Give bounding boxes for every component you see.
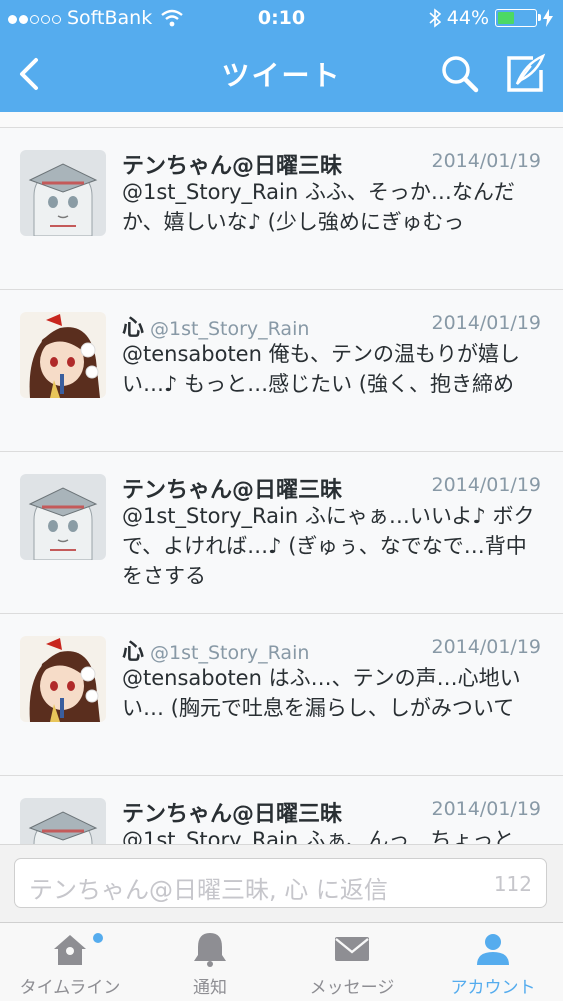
- tweet-text: @tensaboten 俺も、テンの温もりが嬉しい…♪ もっと…感じたい (強く…: [122, 342, 520, 396]
- tweet-row[interactable]: 心 @1st_Story_Rain 2014/01/19 @tensaboten はふ…: [0, 614, 563, 776]
- character-count: 112: [493, 872, 532, 896]
- envelope-icon: [335, 937, 369, 961]
- tweet-author: 心 @1st_Story_Rain: [122, 634, 309, 666]
- tweet-row[interactable]: テンちゃん@日曜三昧 2014/01/19 @1st_Story_Rain ふぁ、ん…: [0, 776, 563, 844]
- tweet-date: 2014/01/19: [431, 474, 541, 496]
- battery-icon: [495, 9, 541, 27]
- bell-icon: [194, 933, 226, 967]
- compose-icon[interactable]: [503, 52, 547, 96]
- avatar[interactable]: [20, 798, 106, 844]
- divider: [0, 112, 563, 128]
- avatar[interactable]: [20, 312, 106, 398]
- author-handle: @1st_Story_Rain: [150, 642, 310, 664]
- author-name: 心: [122, 640, 145, 665]
- tweet-date: 2014/01/19: [431, 312, 541, 334]
- avatar[interactable]: [20, 474, 106, 560]
- bluetooth-icon: [429, 8, 441, 28]
- tweet-date: 2014/01/19: [431, 798, 541, 820]
- reply-placeholder: テンちゃん@日曜三昧, 心 に返信: [29, 876, 388, 904]
- tweet-text: @1st_Story_Rain ふぁ、んっ…ちょっと…くすぐったいな/// (な…: [122, 828, 536, 844]
- author-name: 心: [122, 316, 145, 341]
- tweet-row[interactable]: テンちゃん@日曜三昧 2014/01/19 @1st_Story_Rain ふにゃぁ…: [0, 452, 563, 614]
- tweet-date: 2014/01/19: [431, 636, 541, 658]
- tab-label: メッセージ: [309, 978, 395, 998]
- tweet-text: @1st_Story_Rain ふにゃぁ…いいよ♪ ボクで、よければ…♪ (ぎゅ…: [122, 504, 535, 588]
- tab-label: 通知: [193, 978, 227, 998]
- tweet-author: テンちゃん@日曜三昧: [122, 148, 342, 180]
- navigation-bar: ツイート: [0, 36, 563, 112]
- author-name: テンちゃん@日曜三昧: [122, 154, 343, 179]
- author-handle: @1st_Story_Rain: [150, 318, 310, 340]
- reply-bar: テンちゃん@日曜三昧, 心 に返信 112: [0, 844, 563, 923]
- avatar[interactable]: [20, 150, 106, 236]
- tweet-row[interactable]: 心 @1st_Story_Rain 2014/01/19 @tensaboten 俺も…: [0, 290, 563, 452]
- author-name: テンちゃん@日曜三昧: [122, 478, 343, 503]
- charging-icon: [543, 9, 553, 27]
- author-name: テンちゃん@日曜三昧: [122, 802, 343, 827]
- new-indicator-dot: [93, 933, 103, 943]
- tweet-text: @tensaboten はふ…、テンの声…心地いい… (胸元で吐息を漏らし、しが…: [122, 666, 521, 720]
- tab-label: アカウント: [450, 978, 536, 998]
- tweet-author: 心 @1st_Story_Rain: [122, 310, 309, 342]
- tab-label: タイムライン: [19, 978, 121, 998]
- reply-input[interactable]: テンちゃん@日曜三昧, 心 に返信 112: [14, 858, 547, 908]
- tweet-text: @1st_Story_Rain ふふ、そっか…なんだか、嬉しいな♪ (少し強めに…: [122, 180, 515, 234]
- tweet-date: 2014/01/19: [431, 150, 541, 172]
- search-icon[interactable]: [440, 54, 480, 94]
- tweet-list[interactable]: テンちゃん@日曜三昧 2014/01/19 @1st_Story_Rain ふふ、そ…: [0, 112, 563, 844]
- tab-timeline[interactable]: タイムライン: [0, 923, 140, 1001]
- home-icon: [54, 935, 86, 965]
- tweet-author: テンちゃん@日曜三昧: [122, 796, 342, 828]
- tweet-author: テンちゃん@日曜三昧: [122, 472, 342, 504]
- tab-account[interactable]: アカウント: [423, 923, 563, 1001]
- person-icon: [477, 934, 509, 965]
- tab-notifications[interactable]: 通知: [140, 923, 280, 1001]
- avatar[interactable]: [20, 636, 106, 722]
- tweet-row[interactable]: テンちゃん@日曜三昧 2014/01/19 @1st_Story_Rain ふふ、そ…: [0, 128, 563, 290]
- tab-messages[interactable]: メッセージ: [282, 923, 422, 1001]
- tab-bar: タイムライン 通知 メッセージ アカウント: [0, 922, 563, 1001]
- battery-percent: 44%: [446, 7, 489, 29]
- status-bar: SoftBank 0:10 44%: [0, 0, 563, 36]
